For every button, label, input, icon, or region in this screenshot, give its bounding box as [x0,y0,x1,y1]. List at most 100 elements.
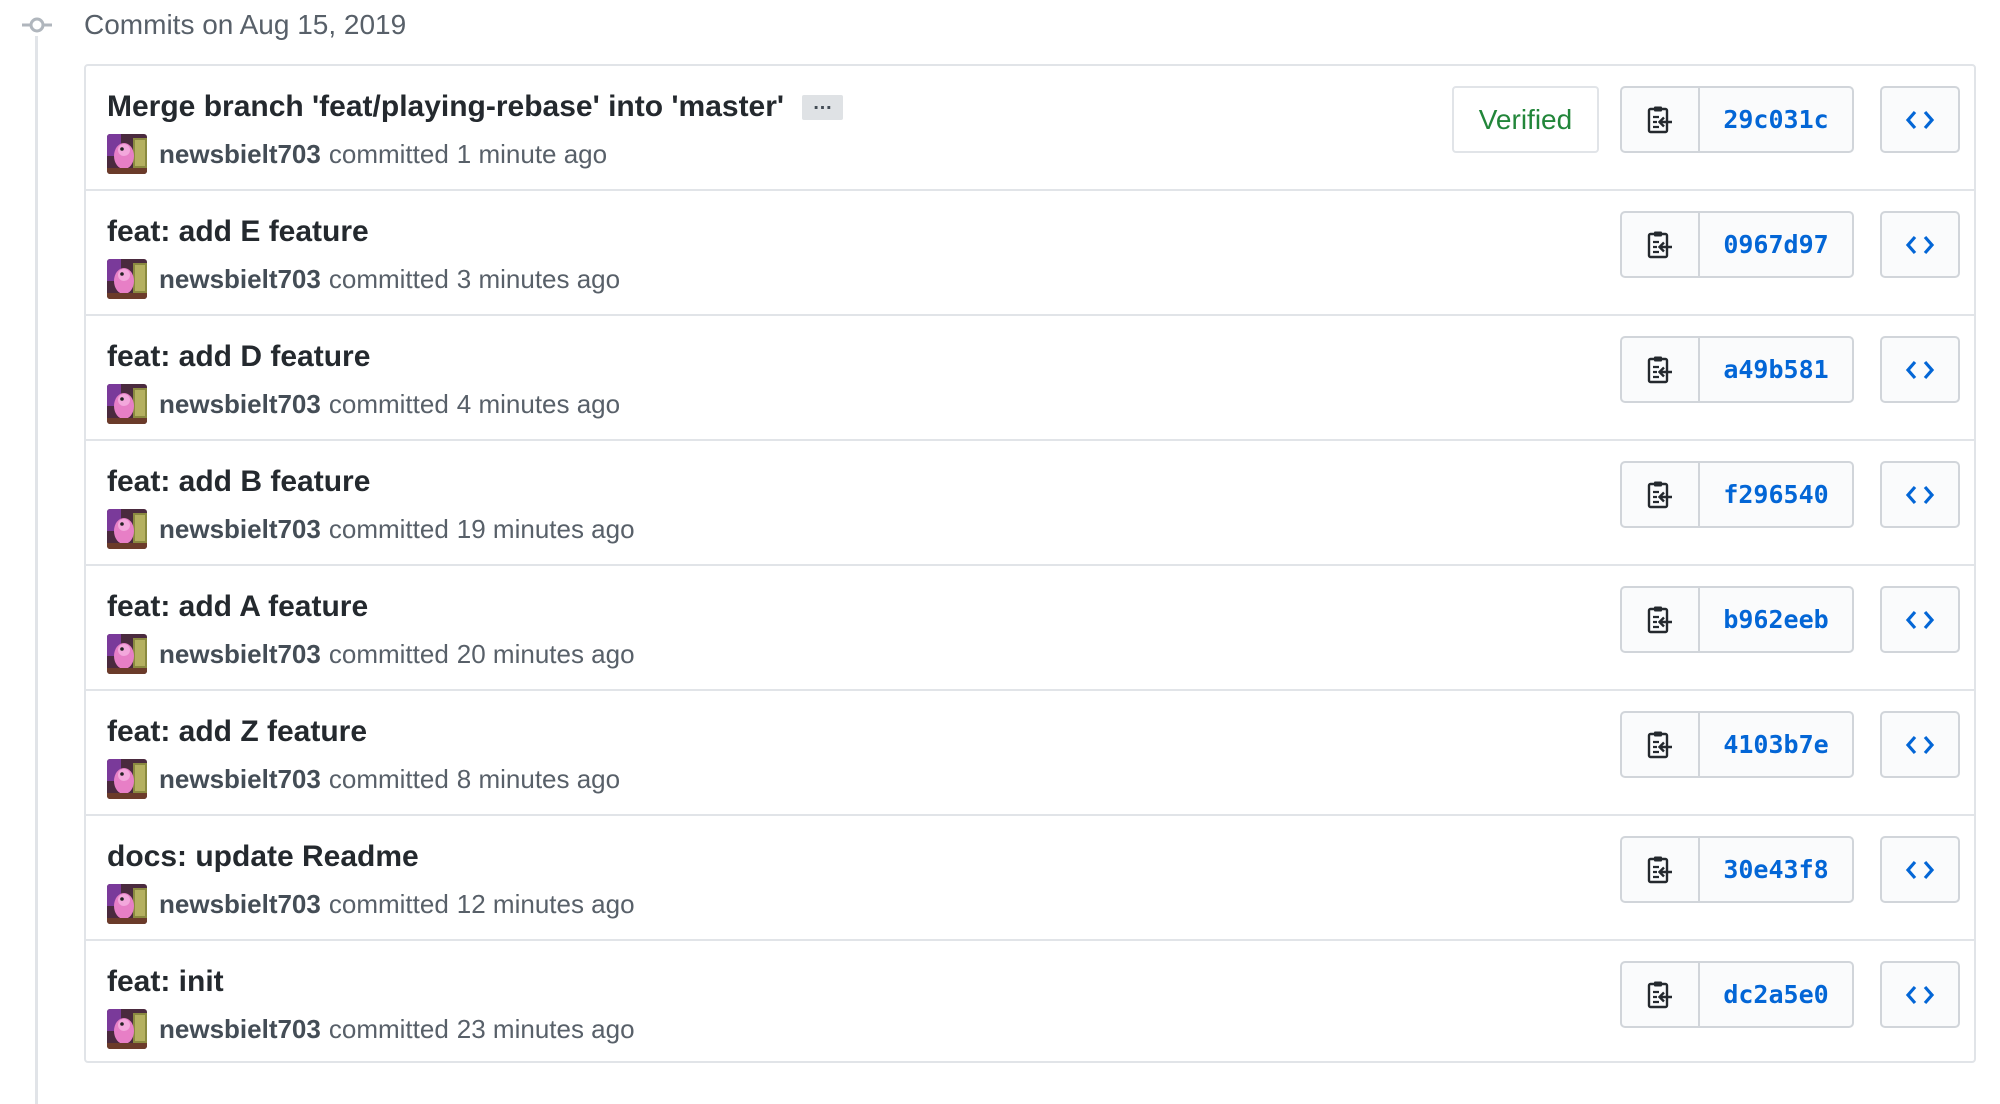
expand-message-button[interactable]: … [802,93,843,120]
commit-time: 23 minutes ago [456,1013,635,1044]
copy-sha-button[interactable] [1622,963,1700,1026]
browse-files-button[interactable] [1880,586,1960,653]
sha-button-group: 0967d97 [1620,211,1854,278]
commit-row: docs: update Readme newsbielt703 committ… [86,816,1974,941]
copy-sha-button[interactable] [1622,463,1700,526]
author-link[interactable]: newsbielt703 [159,639,321,670]
copy-sha-button[interactable] [1622,713,1700,776]
commit-title-link[interactable]: docs: update Readme [107,838,419,876]
author-link[interactable]: newsbielt703 [159,1014,321,1045]
commit-meta: newsbielt703 committed 3 minutes ago [107,259,620,299]
copy-sha-button[interactable] [1622,588,1700,651]
commit-time: 3 minutes ago [456,263,621,294]
author-link[interactable]: newsbielt703 [159,264,321,295]
avatar[interactable] [107,759,147,799]
code-brackets-icon [1905,485,1935,504]
copy-sha-button[interactable] [1622,213,1700,276]
commit-time: 19 minutes ago [456,513,635,544]
commit-sha-link[interactable]: 0967d97 [1700,213,1852,276]
commit-sha-link[interactable]: a49b581 [1700,338,1852,401]
avatar[interactable] [107,384,147,424]
avatar[interactable] [107,634,147,674]
commit-sha-link[interactable]: 4103b7e [1700,713,1852,776]
commit-action-label: committed [328,513,449,544]
code-brackets-icon [1905,610,1935,629]
commit-title-link[interactable]: feat: add B feature [107,463,370,501]
commit-action-label: committed [328,888,449,919]
copy-sha-button[interactable] [1622,338,1700,401]
commit-title-link[interactable]: Merge branch 'feat/playing-rebase' into … [107,88,784,126]
code-brackets-icon [1905,360,1935,379]
commit-action-label: committed [328,638,449,669]
sha-button-group: 4103b7e [1620,711,1854,778]
author-link[interactable]: newsbielt703 [159,139,321,170]
commit-row: feat: init newsbielt703 committed 23 min… [86,941,1974,1066]
avatar[interactable] [107,884,147,924]
browse-files-button[interactable] [1880,961,1960,1028]
clipboard-copy-icon [1647,106,1672,133]
browse-files-button[interactable] [1880,711,1960,778]
code-brackets-icon [1905,860,1935,879]
commit-meta: newsbielt703 committed 20 minutes ago [107,634,635,674]
clipboard-copy-icon [1647,606,1672,633]
code-brackets-icon [1905,110,1935,129]
code-brackets-icon [1905,735,1935,754]
sha-button-group: dc2a5e0 [1620,961,1854,1028]
commit-meta: newsbielt703 committed 8 minutes ago [107,759,620,799]
timeline-rail [35,36,38,1104]
avatar[interactable] [107,1009,147,1049]
clipboard-copy-icon [1647,481,1672,508]
commit-action-label: committed [328,388,449,419]
commit-title-link[interactable]: feat: add A feature [107,588,368,626]
commit-action-label: committed [328,138,449,169]
commit-sha-link[interactable]: b962eeb [1700,588,1852,651]
commit-sha-link[interactable]: f296540 [1700,463,1852,526]
commit-sha-link[interactable]: 30e43f8 [1700,838,1852,901]
commit-sha-link[interactable]: dc2a5e0 [1700,963,1852,1026]
sha-button-group: b962eeb [1620,586,1854,653]
commit-row: feat: add D feature newsbielt703 committ… [86,316,1974,441]
sha-button-group: f296540 [1620,461,1854,528]
avatar[interactable] [107,509,147,549]
commit-group-date: Commits on Aug 15, 2019 [84,9,407,40]
clipboard-copy-icon [1647,356,1672,383]
browse-files-button[interactable] [1880,461,1960,528]
browse-files-button[interactable] [1880,211,1960,278]
commit-sha-link[interactable]: 29c031c [1700,88,1852,151]
commit-row: feat: add E feature newsbielt703 committ… [86,191,1974,316]
author-link[interactable]: newsbielt703 [159,389,321,420]
browse-files-button[interactable] [1880,336,1960,403]
sha-button-group: a49b581 [1620,336,1854,403]
commit-history-page: Commits on Aug 15, 2019 Merge branch 'fe… [0,0,2000,1104]
commit-title-link[interactable]: feat: add D feature [107,338,370,376]
browse-files-button[interactable] [1880,836,1960,903]
commit-action-label: committed [328,263,449,294]
git-commit-icon [22,14,52,36]
commit-title-link[interactable]: feat: add E feature [107,213,369,251]
commit-title-link[interactable]: feat: add Z feature [107,713,367,751]
clipboard-copy-icon [1647,731,1672,758]
commit-time: 1 minute ago [456,138,608,169]
sha-button-group: 29c031c [1620,86,1854,153]
avatar[interactable] [107,259,147,299]
commit-list: Merge branch 'feat/playing-rebase' into … [84,64,1976,1063]
commit-row: feat: add B feature newsbielt703 committ… [86,441,1974,566]
copy-sha-button[interactable] [1622,88,1700,151]
verified-badge[interactable]: Verified [1452,86,1599,153]
clipboard-copy-icon [1647,856,1672,883]
commit-meta: newsbielt703 committed 4 minutes ago [107,384,620,424]
commit-time: 8 minutes ago [456,763,621,794]
copy-sha-button[interactable] [1622,838,1700,901]
author-link[interactable]: newsbielt703 [159,514,321,545]
avatar[interactable] [107,134,147,174]
commit-time: 4 minutes ago [456,388,621,419]
commit-title-link[interactable]: feat: init [107,963,224,1001]
commit-row: Merge branch 'feat/playing-rebase' into … [86,66,1974,191]
commit-row: feat: add A feature newsbielt703 committ… [86,566,1974,691]
sha-button-group: 30e43f8 [1620,836,1854,903]
commit-row: feat: add Z feature newsbielt703 committ… [86,691,1974,816]
browse-files-button[interactable] [1880,86,1960,153]
commit-time: 20 minutes ago [456,638,635,669]
author-link[interactable]: newsbielt703 [159,889,321,920]
author-link[interactable]: newsbielt703 [159,764,321,795]
